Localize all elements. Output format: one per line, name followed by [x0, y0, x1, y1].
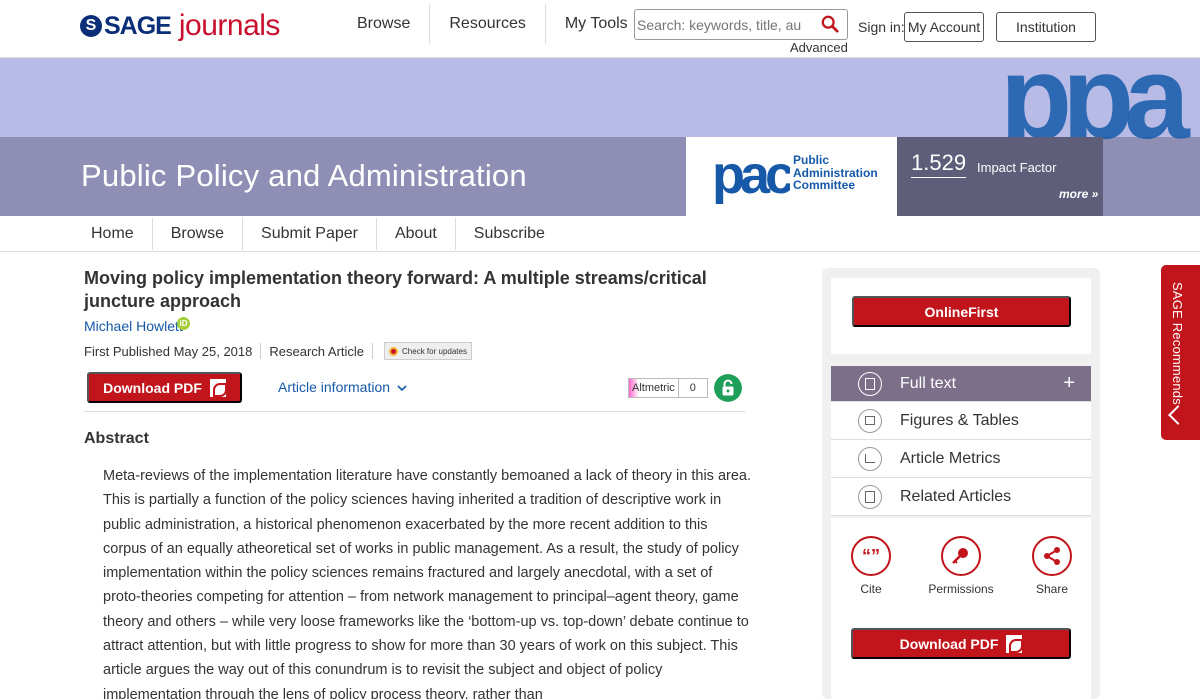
permissions-action[interactable]: Permissions: [921, 536, 1001, 596]
plus-icon: +: [1063, 372, 1075, 394]
subnav-submit-paper[interactable]: Submit Paper: [243, 218, 377, 250]
sage-recommends-label: SAGE Recommends: [1170, 282, 1185, 405]
author-link[interactable]: Michael Howlett: [84, 318, 183, 334]
sidebar-download-pdf-label: Download PDF: [899, 635, 999, 652]
online-first-button[interactable]: OnlineFirst: [852, 296, 1071, 327]
nav-browse[interactable]: Browse: [338, 4, 431, 44]
share-action[interactable]: Share: [1012, 536, 1092, 596]
logo-journals-text: journals: [178, 9, 281, 42]
abstract-divider: [84, 411, 745, 412]
pdf-icon: [1006, 634, 1024, 653]
logo-sage-text: SAGE: [104, 11, 172, 40]
sidebar-toc: Full text + Figures & Tables Article Met…: [831, 366, 1091, 516]
quote-icon: “”: [851, 536, 891, 576]
article-meta: First Published May 25, 2018 Research Ar…: [84, 342, 472, 360]
pac-text: Public Administration Committee: [793, 154, 878, 192]
journal-title[interactable]: Public Policy and Administration: [81, 158, 527, 194]
impact-factor-value: 1.529: [911, 150, 967, 178]
related-articles-icon: [858, 484, 882, 509]
cite-label: Cite: [860, 582, 882, 596]
toc-figures-tables[interactable]: Figures & Tables: [831, 402, 1091, 440]
check-for-updates-button[interactable]: Check for updates: [384, 342, 472, 360]
search-icon[interactable]: [821, 15, 839, 33]
sidebar-download-pdf-button[interactable]: Download PDF: [851, 628, 1071, 659]
impact-factor-label: Impact Factor: [977, 160, 1057, 175]
toc-related-articles[interactable]: Related Articles: [831, 478, 1091, 516]
toc-article-metrics[interactable]: Article Metrics: [831, 440, 1091, 478]
pac-logo-icon: pac: [712, 149, 790, 205]
nav-resources[interactable]: Resources: [430, 4, 546, 44]
pac-logo-text: pac: [712, 149, 790, 205]
document-icon: [858, 371, 882, 396]
toc-article-metrics-label: Article Metrics: [900, 449, 1001, 467]
subnav-browse[interactable]: Browse: [153, 218, 244, 250]
my-account-button[interactable]: My Account: [904, 12, 984, 42]
toc-full-text[interactable]: Full text +: [831, 366, 1091, 402]
search-input[interactable]: [635, 10, 815, 39]
pac-line-1: Public: [793, 153, 830, 167]
toc-related-articles-label: Related Articles: [900, 487, 1012, 505]
altmetric-badge[interactable]: Altmetric 0: [628, 378, 708, 398]
subnav-home[interactable]: Home: [73, 218, 153, 250]
sidebar-actions: “” Cite Permissions Share: [831, 518, 1091, 618]
top-nav: Browse Resources My Tools: [338, 0, 647, 48]
first-published: First Published May 25, 2018: [84, 343, 253, 359]
sage-s-icon: S: [80, 15, 102, 37]
sage-journals-logo[interactable]: S SAGE journals: [80, 6, 280, 46]
chevron-down-icon: [397, 385, 407, 392]
article-information-label: Article information: [278, 379, 391, 395]
impact-more-link[interactable]: more »: [1059, 187, 1098, 201]
orcid-icon[interactable]: iD: [177, 317, 190, 330]
pdf-icon: [209, 378, 227, 397]
bar-chart-icon: [858, 446, 882, 471]
key-icon: [941, 536, 981, 576]
open-access-lock-icon: [714, 374, 742, 402]
crossmark-icon: [389, 346, 399, 356]
abstract-heading: Abstract: [84, 430, 149, 447]
advanced-search-link[interactable]: Advanced: [790, 40, 848, 55]
download-pdf-label: Download PDF: [103, 379, 202, 396]
altmetric-label: Altmetric: [629, 379, 679, 397]
article-title: Moving policy implementation theory forw…: [84, 268, 707, 311]
toc-figures-tables-label: Figures & Tables: [900, 411, 1019, 429]
abstract-text: Meta-reviews of the implementation liter…: [103, 468, 752, 699]
article-type: Research Article: [269, 343, 365, 359]
search-box: [634, 9, 848, 40]
download-pdf-button[interactable]: Download PDF: [87, 372, 242, 403]
institution-button[interactable]: Institution: [996, 12, 1096, 42]
nav-my-tools[interactable]: My Tools: [546, 4, 647, 44]
cite-action[interactable]: “” Cite: [831, 536, 911, 596]
altmetric-count: 0: [689, 382, 696, 394]
permissions-label: Permissions: [928, 582, 994, 596]
share-icon: [1032, 536, 1072, 576]
sign-in-label: Sign in:: [858, 19, 905, 35]
subnav-subscribe[interactable]: Subscribe: [456, 218, 563, 250]
journal-subnav: Home Browse Submit Paper About Subscribe: [0, 216, 1200, 252]
pac-line-3: Committee: [793, 178, 856, 192]
share-label: Share: [1035, 582, 1069, 596]
table-icon: [858, 408, 882, 433]
subnav-about[interactable]: About: [377, 218, 456, 250]
article-information-toggle[interactable]: Article information: [278, 379, 407, 395]
toc-full-text-label: Full text: [900, 374, 957, 392]
check-updates-label: Check for updates: [402, 346, 467, 356]
